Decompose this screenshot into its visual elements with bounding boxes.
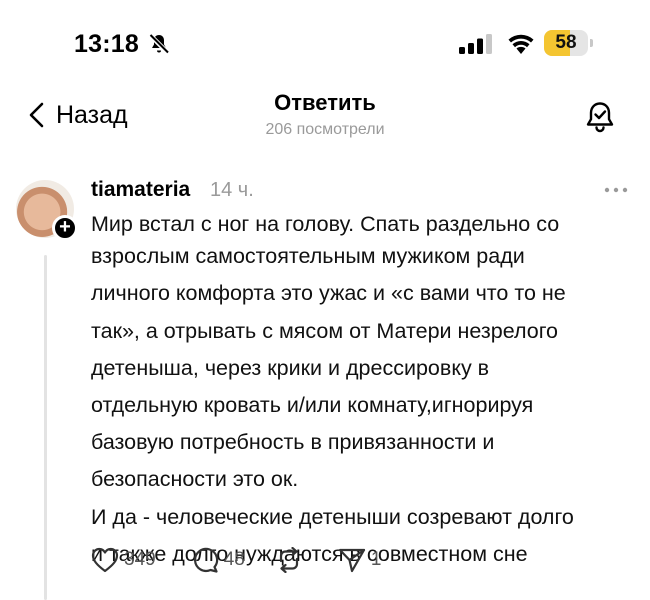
more-options-icon[interactable]	[604, 184, 628, 196]
status-time: 13:18	[74, 30, 139, 58]
thread-line	[44, 255, 47, 600]
notification-check-icon[interactable]	[583, 100, 617, 134]
post-text-line: так», а отрывать с мясом от Матери незре…	[91, 318, 559, 343]
like-count: 349	[124, 549, 156, 570]
reply-button[interactable]: 48	[191, 546, 245, 574]
share-button[interactable]: 1	[338, 547, 382, 573]
bell-off-icon	[148, 33, 170, 55]
signal-icon	[459, 34, 492, 54]
post-text-line: отдельную кровать и/или комнату,игнориру…	[91, 393, 534, 418]
post-time: 14 ч.	[210, 179, 254, 201]
comment-icon	[193, 547, 218, 573]
post-text-line: базовую потребность в привязанности и	[91, 430, 495, 455]
post-text-line: И да - человеческие детеныши созревают д…	[91, 504, 574, 529]
repost-button[interactable]	[275, 547, 303, 573]
heart-icon	[91, 547, 119, 573]
battery-level: 58	[555, 32, 577, 53]
page-title: Ответить	[274, 90, 376, 115]
post-text-line: взрослым самостоятельным мужиком ради	[91, 244, 525, 269]
reply-count: 48	[223, 549, 245, 570]
post-actions: 349 48 1	[91, 545, 381, 575]
share-count: 1	[370, 549, 382, 570]
post-text-line: Мир встал с ног на голову. Спать раздель…	[91, 212, 560, 236]
follow-plus-button[interactable]: +	[52, 215, 78, 241]
like-button[interactable]: 349	[91, 547, 156, 573]
wifi-icon	[508, 34, 534, 54]
send-icon	[338, 548, 365, 573]
repost-icon	[279, 547, 298, 573]
post-text-line: безопасности это ок.	[91, 467, 299, 492]
view-count: 206 посмотрели	[265, 121, 385, 138]
username[interactable]: tiamateria	[91, 178, 190, 202]
post-paragraph: взрослым самостоятельным мужиком ради ли…	[91, 240, 636, 495]
battery-icon: 58	[544, 30, 594, 56]
post-text-line: детеныша, через крики и дрессировку в	[91, 355, 490, 380]
post-text-line: личного комфорта это ужас и «с вами что …	[91, 281, 566, 306]
post-text: Мир встал с ног на голову. Спать раздель…	[91, 208, 636, 570]
